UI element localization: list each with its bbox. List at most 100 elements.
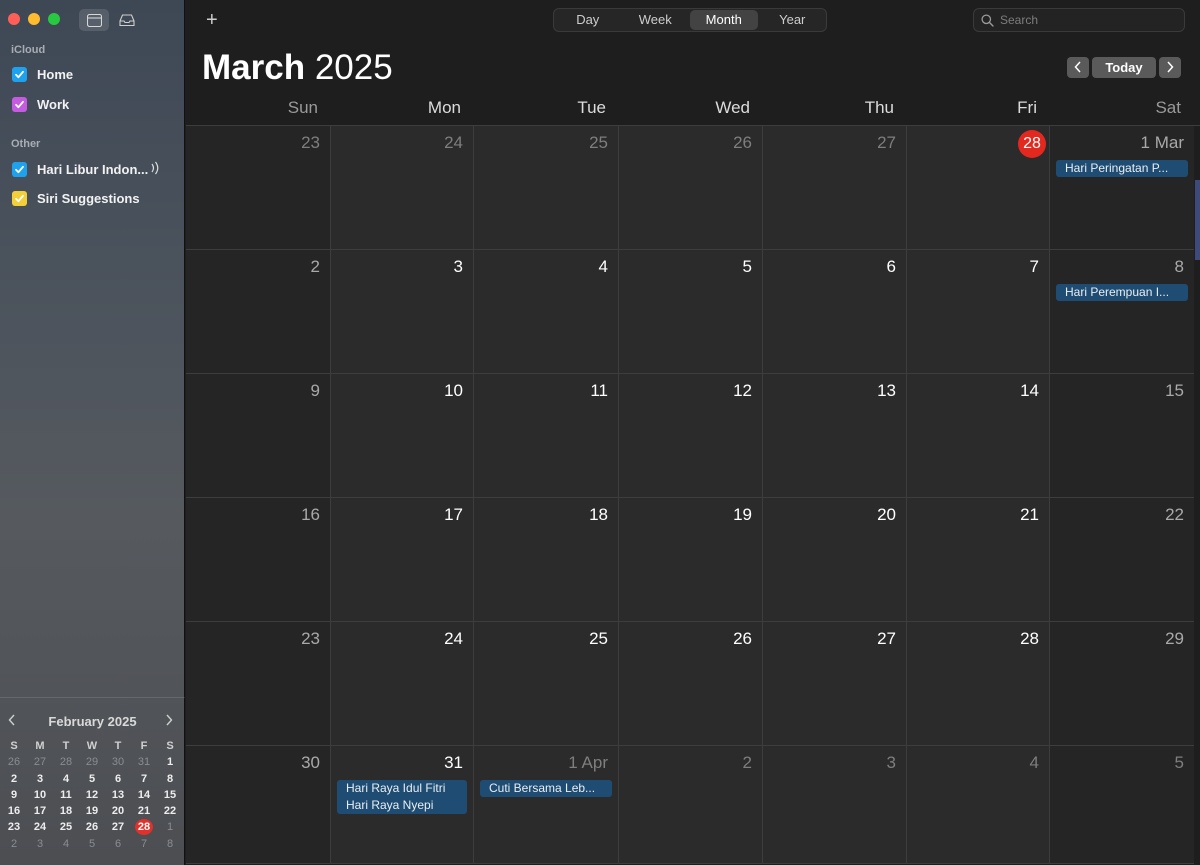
view-day-tab[interactable]: Day — [554, 9, 622, 31]
mini-calendar-day[interactable]: 11 — [53, 787, 79, 803]
day-cell[interactable]: 1 Mar Hari Peringatan P... — [1050, 126, 1194, 250]
mini-calendar-day[interactable]: 26 — [79, 819, 105, 835]
day-cell[interactable]: 20 — [763, 498, 907, 622]
mini-calendar-day[interactable]: 24 — [27, 819, 53, 835]
mini-calendar-day[interactable]: 13 — [105, 787, 131, 803]
mini-calendar-day[interactable]: 14 — [131, 787, 157, 803]
mini-calendar-day[interactable]: 15 — [157, 787, 183, 803]
day-cell[interactable]: 23 — [186, 622, 331, 746]
mini-calendar-day[interactable]: 27 — [105, 819, 131, 835]
day-cell[interactable]: 18 — [474, 498, 619, 622]
mini-calendar-day[interactable]: 5 — [79, 836, 105, 852]
mini-calendar-day[interactable]: 1 — [157, 819, 183, 835]
mini-calendar-day[interactable]: 8 — [157, 836, 183, 852]
mini-calendar-day[interactable]: 10 — [27, 787, 53, 803]
day-cell[interactable]: 3 — [763, 746, 907, 864]
mini-calendar-day[interactable]: 7 — [131, 771, 157, 787]
mini-calendar-day[interactable]: 17 — [27, 803, 53, 819]
zoom-window-button[interactable] — [48, 13, 60, 25]
mini-calendar-day[interactable]: 28 — [53, 754, 79, 770]
day-cell[interactable]: 2 — [186, 250, 331, 374]
mini-calendar-day[interactable]: 1 — [157, 754, 183, 770]
day-cell[interactable]: 24 — [331, 126, 474, 250]
day-cell[interactable]: 25 — [474, 622, 619, 746]
mini-calendar-day[interactable]: 25 — [53, 819, 79, 835]
search-input[interactable] — [1000, 11, 1180, 29]
day-cell[interactable]: 27 — [763, 126, 907, 250]
mini-calendar-day[interactable]: 6 — [105, 771, 131, 787]
day-cell[interactable]: 10 — [331, 374, 474, 498]
mini-calendar-day[interactable]: 7 — [131, 836, 157, 852]
mini-calendar-day[interactable]: 2 — [1, 771, 27, 787]
calendar-event[interactable]: Hari Raya Nyepi — [337, 797, 467, 814]
checkbox-checked-icon[interactable] — [12, 67, 27, 82]
mini-calendar-day[interactable]: 26 — [1, 754, 27, 770]
calendar-item-hari-libur[interactable]: Hari Libur Indon... — [12, 161, 177, 178]
close-window-button[interactable] — [8, 13, 20, 25]
calendar-event[interactable]: Hari Peringatan P... — [1056, 160, 1188, 177]
mini-calendar-day[interactable]: 2 — [1, 836, 27, 852]
day-cell[interactable]: 6 — [763, 250, 907, 374]
calendar-event[interactable]: Hari Perempuan I... — [1056, 284, 1188, 301]
mini-calendar-day[interactable]: 20 — [105, 803, 131, 819]
mini-calendar-day[interactable]: 6 — [105, 836, 131, 852]
mini-calendar-day[interactable]: 28 — [131, 819, 157, 836]
day-cell[interactable]: 7 — [907, 250, 1050, 374]
calendar-item-work[interactable]: Work — [12, 97, 177, 112]
add-event-button[interactable]: + — [206, 9, 218, 32]
mini-calendar-day[interactable]: 27 — [27, 754, 53, 770]
mini-calendar-day[interactable]: 9 — [1, 787, 27, 803]
checkbox-checked-icon[interactable] — [12, 162, 27, 177]
mini-calendar-day[interactable]: 4 — [53, 836, 79, 852]
mini-calendar-day[interactable]: 30 — [105, 754, 131, 770]
day-cell[interactable]: 30 — [186, 746, 331, 864]
mini-calendar-day[interactable]: 3 — [27, 771, 53, 787]
inbox-button[interactable] — [112, 9, 142, 31]
day-cell[interactable]: 4 — [907, 746, 1050, 864]
view-week-tab[interactable]: Week — [622, 9, 690, 31]
day-cell[interactable]: 31 Hari Raya Idul Fitri Hari Raya Nyepi — [331, 746, 474, 864]
day-cell[interactable]: 5 — [619, 250, 763, 374]
mini-calendar-day[interactable]: 16 — [1, 803, 27, 819]
mini-calendar-day[interactable]: 29 — [79, 754, 105, 770]
day-cell[interactable]: 24 — [331, 622, 474, 746]
chevron-right-icon[interactable] — [165, 713, 173, 729]
mini-calendar-day[interactable]: 8 — [157, 771, 183, 787]
previous-month-button[interactable] — [1067, 57, 1089, 78]
day-cell[interactable]: 8 Hari Perempuan I... — [1050, 250, 1194, 374]
day-cell[interactable]: 29 — [1050, 622, 1194, 746]
mini-calendar-day[interactable]: 12 — [79, 787, 105, 803]
checkbox-checked-icon[interactable] — [12, 97, 27, 112]
day-cell[interactable]: 5 — [1050, 746, 1194, 864]
view-year-tab[interactable]: Year — [759, 9, 827, 31]
calendar-item-home[interactable]: Home — [12, 67, 177, 82]
calendar-list-toggle-button[interactable] — [79, 9, 109, 31]
day-cell[interactable]: 16 — [186, 498, 331, 622]
day-cell[interactable]: 11 — [474, 374, 619, 498]
view-month-tab[interactable]: Month — [690, 10, 758, 30]
mini-calendar-day[interactable]: 23 — [1, 819, 27, 835]
minimize-window-button[interactable] — [28, 13, 40, 25]
day-cell[interactable]: 9 — [186, 374, 331, 498]
day-cell[interactable]: 22 — [1050, 498, 1194, 622]
day-cell[interactable]: 14 — [907, 374, 1050, 498]
search-field[interactable] — [973, 8, 1185, 32]
calendar-event[interactable]: Hari Raya Idul Fitri — [337, 780, 467, 797]
day-cell[interactable]: 1 Apr Cuti Bersama Leb... — [474, 746, 619, 864]
day-cell[interactable]: 28 — [907, 126, 1050, 250]
next-month-button[interactable] — [1159, 57, 1181, 78]
day-cell[interactable]: 2 — [619, 746, 763, 864]
day-cell[interactable]: 25 — [474, 126, 619, 250]
day-cell[interactable]: 26 — [619, 126, 763, 250]
day-cell[interactable]: 26 — [619, 622, 763, 746]
today-button[interactable]: Today — [1092, 57, 1156, 78]
checkbox-checked-icon[interactable] — [12, 191, 27, 206]
mini-calendar-day[interactable]: 31 — [131, 754, 157, 770]
mini-calendar-day[interactable]: 22 — [157, 803, 183, 819]
day-cell[interactable]: 13 — [763, 374, 907, 498]
day-cell[interactable]: 21 — [907, 498, 1050, 622]
day-cell[interactable]: 15 — [1050, 374, 1194, 498]
calendar-item-siri-suggestions[interactable]: Siri Suggestions — [12, 191, 177, 206]
mini-calendar-day[interactable]: 18 — [53, 803, 79, 819]
day-cell[interactable]: 19 — [619, 498, 763, 622]
